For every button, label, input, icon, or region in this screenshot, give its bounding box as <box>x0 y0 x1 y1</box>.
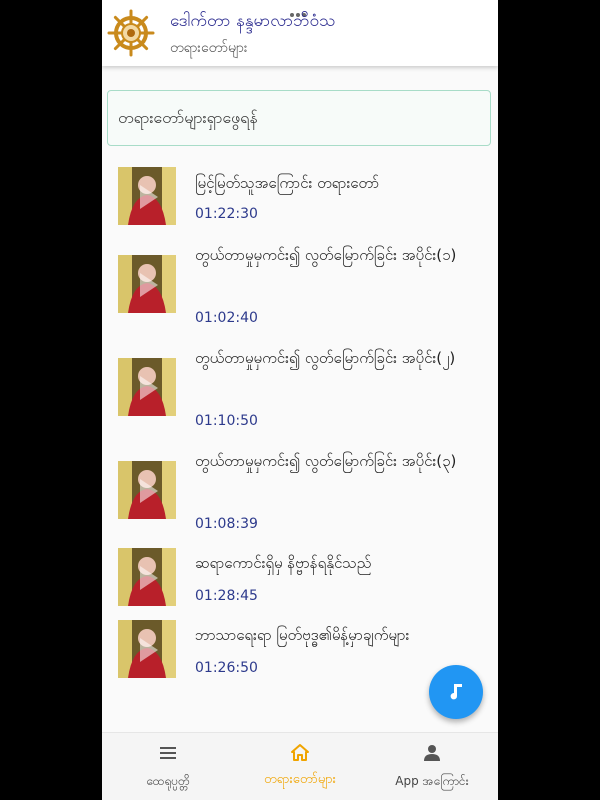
nav-label: တရားတော်များ <box>264 772 336 787</box>
home-icon <box>291 744 309 761</box>
list-item[interactable]: တွယ်တာမှုမှကင်း၍ လွတ်မြောက်ခြင်း အပိုင်း… <box>102 448 498 538</box>
person-icon <box>424 745 440 761</box>
nav-item-about[interactable]: App အကြောင်း <box>366 733 498 800</box>
phone-screen: ဒေါက်တာ နန္ဒမာလာဘိဝံသ တရားတော်များ တရားတ… <box>102 0 498 800</box>
item-title: တွယ်တာမှုမှကင်း၍ လွတ်မြောက်ခြင်း အပိုင်း… <box>195 349 456 367</box>
nav-label: App အကြောင်း <box>395 774 469 788</box>
item-title: တွယ်တာမှုမှကင်း၍ လွတ်မြောက်ခြင်း အပိုင်း… <box>195 452 457 470</box>
nav-item-biography[interactable]: ထေရုပ္ပတ္တိ <box>102 733 234 800</box>
item-duration: 01:10:50 <box>195 413 258 429</box>
bottom-navigation: ထေရုပ္ပတ္တိ တရားတော်များ App အကြောင်း <box>102 732 498 800</box>
item-title: ဆရာကောင်းရှိမှ နိဗ္ဗာန်ရနိုင်သည် <box>195 554 372 572</box>
search-field[interactable]: တရားတော်များရှာဖွေရန် <box>107 90 491 146</box>
video-thumbnail <box>118 167 176 225</box>
list-item[interactable]: တွယ်တာမှုမှကင်း၍ လွတ်မြောက်ခြင်း အပိုင်း… <box>102 242 498 332</box>
item-duration: 01:22:30 <box>195 206 258 222</box>
search-placeholder: တရားတော်များရှာဖွေရန် <box>118 108 258 127</box>
item-title: မြင့်မြတ်သူအကြောင်း တရားတော် <box>195 174 380 192</box>
app-title: ဒေါက်တာ နန္ဒမာလာဘိဝံသ <box>170 11 336 31</box>
menu-icon <box>160 747 176 759</box>
music-player-button[interactable] <box>429 665 483 719</box>
app-subtitle: တရားတော်များ <box>170 40 248 56</box>
item-duration: 01:28:45 <box>195 588 258 604</box>
music-note-icon <box>450 684 462 700</box>
video-thumbnail <box>118 548 176 606</box>
item-duration: 01:02:40 <box>195 310 258 326</box>
nav-item-sermons[interactable]: တရားတော်များ <box>234 733 366 800</box>
video-thumbnail <box>118 461 176 519</box>
nav-label: ထေရုပ္ပတ္တိ <box>146 774 190 788</box>
video-thumbnail <box>118 358 176 416</box>
item-title: တွယ်တာမှုမှကင်း၍ လွတ်မြောက်ခြင်း အပိုင်း… <box>195 246 457 264</box>
video-thumbnail <box>118 620 176 678</box>
item-title: ဘာသာရေးရာ မြတ်ဗုဒ္ဓ၏မိန့်မှာချက်များ <box>195 626 410 644</box>
list-item[interactable]: မြင့်မြတ်သူအကြောင်း တရားတော် 01:22:30 <box>102 160 498 250</box>
list-item[interactable]: တွယ်တာမှုမှကင်း၍ လွတ်မြောက်ခြင်း အပိုင်း… <box>102 345 498 435</box>
more-dots-icon[interactable] <box>290 2 310 17</box>
item-duration: 01:26:50 <box>195 660 258 676</box>
video-thumbnail <box>118 255 176 313</box>
item-duration: 01:08:39 <box>195 516 258 532</box>
dharma-wheel-logo <box>107 9 155 57</box>
app-bar: ဒေါက်တာ နန္ဒမာလာဘိဝံသ တရားတော်များ <box>102 0 498 66</box>
